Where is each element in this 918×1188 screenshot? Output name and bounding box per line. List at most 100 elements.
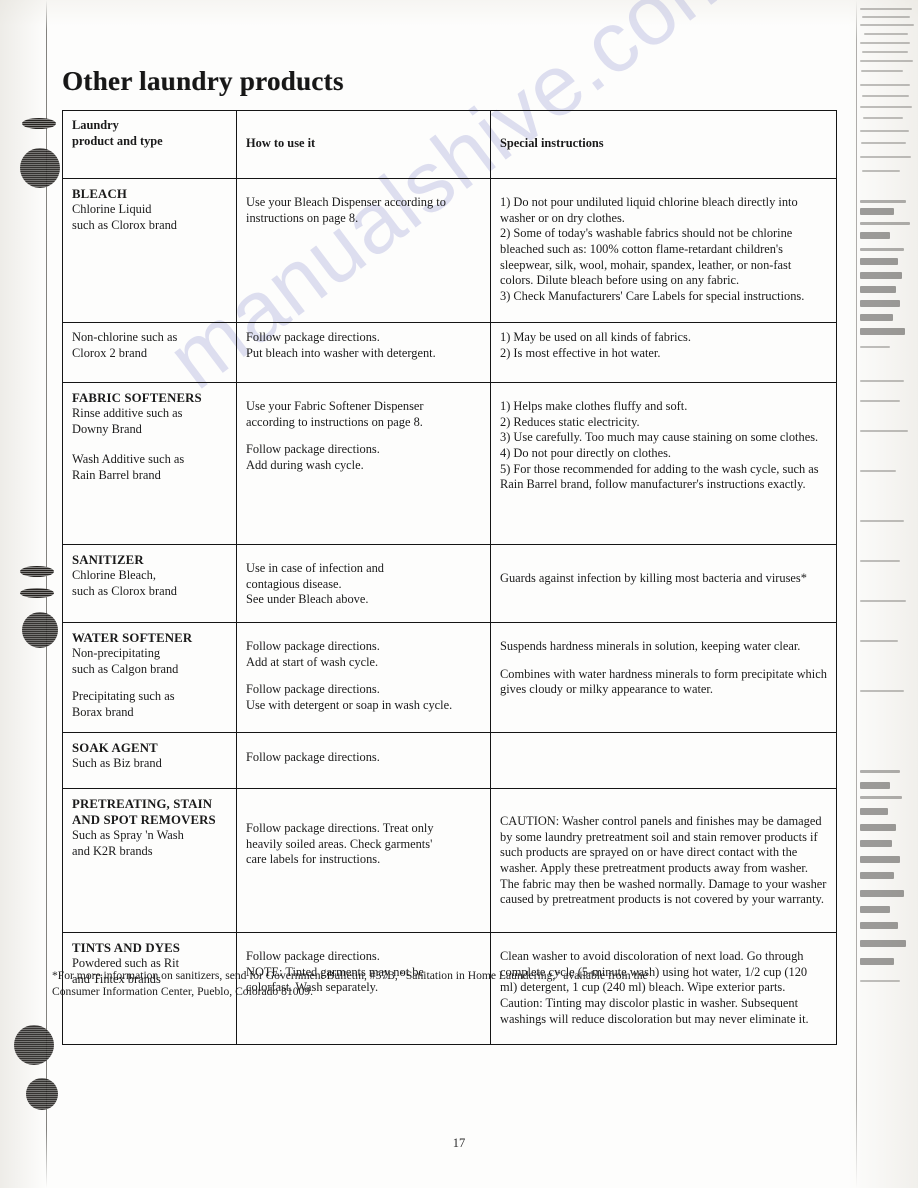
cell-special-nonchlorine: 1) May be used on all kinds of fabrics. … (490, 322, 837, 383)
how-to-use-line: See under Bleach above. (246, 592, 369, 607)
product-title: TINTS AND DYES (72, 941, 181, 955)
scan-artifact-mark (22, 118, 56, 129)
special-item: 3) Use carefully. Too much may cause sta… (500, 430, 819, 445)
product-subtitle: Chlorine Liquid (72, 202, 152, 217)
special-item: 4) Do not pour directly on clothes. (500, 445, 672, 460)
scan-artifact-mark (20, 588, 54, 598)
cell-how-to-use-fabric-softeners: Use your Fabric Softener Dispenser accor… (236, 382, 491, 545)
right-margin-rule (856, 0, 857, 1188)
cell-how-to-use-nonchlorine: Follow package directions. Put bleach in… (236, 322, 491, 383)
cell-how-to-use-bleach: Use your Bleach Dispenser according to i… (236, 178, 491, 323)
product-subtitle: Borax brand (72, 704, 134, 719)
cell-product-pretreating: PRETREATING, STAIN AND SPOT REMOVERS Suc… (62, 788, 237, 933)
how-to-use-line: care labels for instructions. (246, 852, 381, 867)
table-header: Laundry product and type How to use it S… (62, 110, 837, 179)
how-to-use-line: Follow package directions. (246, 682, 380, 697)
cell-special-soak-agent (490, 732, 837, 789)
product-subtitle: Wash Additive such as (72, 452, 185, 467)
product-title: SOAK AGENT (72, 741, 158, 755)
cell-product-water-softener: WATER SOFTENER Non-precipitating such as… (62, 622, 237, 733)
how-to-use-line: Follow package directions. (246, 442, 380, 457)
cell-product-soak-agent: SOAK AGENT Such as Biz brand (62, 732, 237, 789)
product-subtitle: such as Clorox brand (72, 583, 177, 598)
column-header-special: Special instructions (490, 110, 837, 179)
cell-how-to-use-sanitizer: Use in case of infection and contagious … (236, 544, 491, 623)
cell-product-sanitizer: SANITIZER Chlorine Bleach, such as Cloro… (62, 544, 237, 623)
product-subtitle: Such as Biz brand (72, 756, 162, 771)
table-row: FABRIC SOFTENERS Rinse additive such as … (62, 382, 837, 545)
how-to-use-line: heavily soiled areas. Check garments' (246, 836, 433, 851)
page-bleed-through (856, 0, 918, 1188)
cell-special-water-softener: Suspends hardness minerals in solution, … (490, 622, 837, 733)
special-item: 3) Check Manufacturers' Care Labels for … (500, 288, 805, 303)
product-title: PRETREATING, STAIN (72, 797, 213, 811)
product-subtitle: Rain Barrel brand (72, 467, 161, 482)
how-to-use-line: Use your Bleach Dispenser according to (246, 195, 446, 209)
how-to-use-line: according to instructions on page 8. (246, 414, 423, 429)
how-to-use-line: Follow package directions. (246, 750, 380, 764)
product-subtitle: Chlorine Bleach, (72, 568, 156, 583)
hole-punch-artifact (20, 148, 60, 188)
scan-artifact-mark (20, 566, 54, 577)
special-paragraph: Combines with water hardness minerals to… (500, 666, 827, 697)
hole-punch-artifact (26, 1078, 58, 1110)
special-item: 2) Is most effective in hot water. (500, 345, 661, 360)
product-subtitle: and K2R brands (72, 843, 153, 858)
column-header-product-line1: Laundry (72, 118, 119, 132)
table-row: BLEACH Chlorine Liquid such as Clorox br… (62, 178, 837, 323)
cell-special-sanitizer: Guards against infection by killing most… (490, 544, 837, 623)
product-subtitle: Precipitating such as (72, 689, 175, 704)
how-to-use-line: Add at start of wash cycle. (246, 654, 379, 669)
special-item: 1) Helps make clothes fluffy and soft. (500, 399, 688, 413)
table-row: SANITIZER Chlorine Bleach, such as Cloro… (62, 544, 837, 623)
hole-punch-artifact (22, 612, 58, 648)
table-row: Non-chlorine such as Clorox 2 brand Foll… (62, 322, 837, 383)
product-title: SANITIZER (72, 553, 144, 567)
how-to-use-line: Use in case of infection and (246, 561, 384, 575)
cell-product-fabric-softeners: FABRIC SOFTENERS Rinse additive such as … (62, 382, 237, 545)
footnote-line-2: Consumer Information Center, Pueblo, Col… (52, 985, 314, 999)
column-header-product: Laundry product and type (62, 110, 237, 179)
product-title: AND SPOT REMOVERS (72, 813, 216, 828)
product-subtitle: Non-chlorine such as (72, 330, 178, 344)
cell-product-nonchlorine: Non-chlorine such as Clorox 2 brand (62, 322, 237, 383)
how-to-use-line: instructions on page 8. (246, 210, 359, 225)
special-paragraph: Suspends hardness minerals in solution, … (500, 639, 801, 653)
cell-product-bleach: BLEACH Chlorine Liquid such as Clorox br… (62, 178, 237, 323)
cell-special-pretreating: CAUTION: Washer control panels and finis… (490, 788, 837, 933)
product-subtitle: such as Calgon brand (72, 661, 179, 676)
how-to-use-line: Add during wash cycle. (246, 457, 364, 472)
footnote: *For more information on sanitizers, sen… (52, 968, 782, 1001)
table-body: BLEACH Chlorine Liquid such as Clorox br… (62, 178, 837, 1045)
hole-punch-artifact (14, 1025, 54, 1065)
table-row: SOAK AGENT Such as Biz brand Follow pack… (62, 732, 837, 789)
product-subtitle: Such as Spray 'n Wash (72, 828, 184, 843)
how-to-use-line: Use with detergent or soap in wash cycle… (246, 697, 453, 712)
page-number: 17 (452, 1136, 466, 1150)
cell-how-to-use-soak-agent: Follow package directions. (236, 732, 491, 789)
special-item: 2) Some of today's washable fabrics shou… (500, 226, 793, 288)
cell-how-to-use-water-softener: Follow package directions. Add at start … (236, 622, 491, 733)
table-row: WATER SOFTENER Non-precipitating such as… (62, 622, 837, 733)
product-title: BLEACH (72, 187, 127, 201)
cell-how-to-use-pretreating: Follow package directions. Treat only he… (236, 788, 491, 933)
product-subtitle: Downy Brand (72, 421, 142, 436)
product-subtitle: Rinse additive such as (72, 406, 183, 421)
how-to-use-line: Use your Fabric Softener Dispenser (246, 399, 424, 413)
column-header-product-line2: product and type (72, 133, 163, 148)
special-item: 2) Reduces static electricity. (500, 414, 640, 429)
how-to-use-line: contagious disease. (246, 576, 342, 591)
product-subtitle: Clorox 2 brand (72, 345, 148, 360)
laundry-products-table: Laundry product and type How to use it S… (62, 110, 837, 1045)
column-header-how-to-use: How to use it (236, 110, 491, 179)
how-to-use-line: Put bleach into washer with detergent. (246, 345, 436, 360)
how-to-use-line: Follow package directions. (246, 330, 380, 344)
page-title: Other laundry products (62, 66, 344, 97)
special-item: 5) For those recommended for adding to t… (500, 461, 819, 492)
footnote-line-1: *For more information on sanitizers, sen… (52, 969, 648, 982)
product-title: FABRIC SOFTENERS (72, 391, 202, 405)
document-page: manualshive.com Other laundry products L… (0, 0, 918, 1188)
table-header-row: Laundry product and type How to use it S… (62, 110, 837, 179)
product-subtitle: Non-precipitating (72, 646, 161, 661)
product-subtitle: such as Clorox brand (72, 217, 177, 232)
